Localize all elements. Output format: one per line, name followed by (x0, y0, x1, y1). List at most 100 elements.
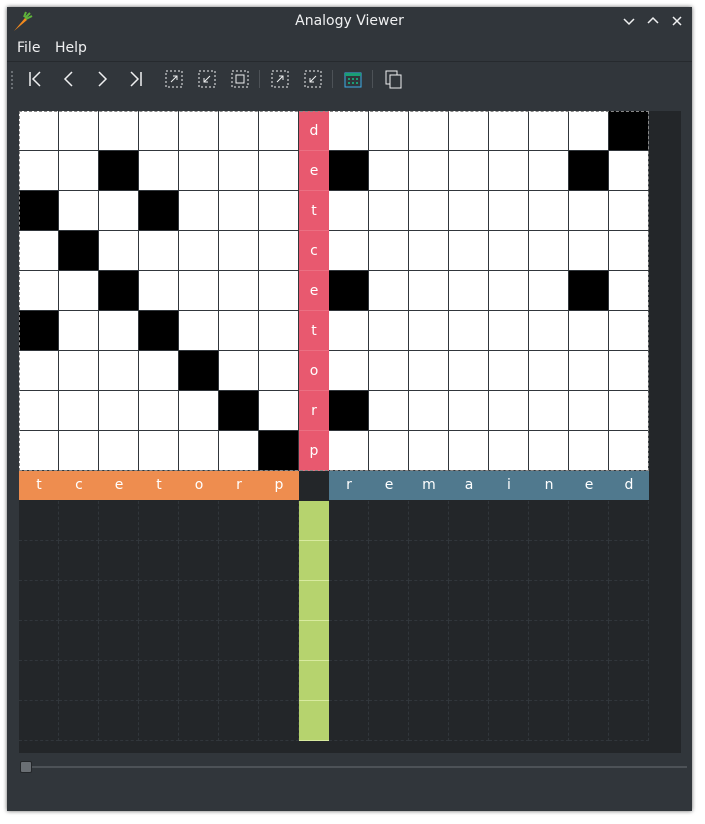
grid-cell[interactable] (609, 351, 649, 391)
grid-cell[interactable] (489, 271, 529, 311)
empty-cell[interactable] (139, 701, 179, 741)
grid-cell[interactable] (569, 231, 609, 271)
vertical-word-letter[interactable]: t (299, 311, 329, 351)
empty-cell[interactable] (409, 501, 449, 541)
grid-cell[interactable] (409, 151, 449, 191)
grid-cell[interactable] (569, 191, 609, 231)
empty-cell[interactable] (19, 701, 59, 741)
empty-cell[interactable] (569, 661, 609, 701)
grid-cell[interactable] (409, 231, 449, 271)
grid-cell[interactable] (19, 231, 59, 271)
grid-cell[interactable] (139, 431, 179, 471)
grid-cell[interactable] (259, 231, 299, 271)
grid-cell[interactable] (259, 311, 299, 351)
grid-cell[interactable] (59, 351, 99, 391)
empty-cell[interactable] (569, 541, 609, 581)
grid-cell[interactable] (369, 311, 409, 351)
left-word-letter[interactable]: t (19, 471, 59, 500)
empty-cell[interactable] (529, 701, 569, 741)
vertical-word-letter[interactable]: e (299, 271, 329, 311)
grid-cell[interactable] (369, 271, 409, 311)
grid-cell[interactable] (179, 391, 219, 431)
grid-cell[interactable] (529, 151, 569, 191)
grid-cell[interactable] (179, 191, 219, 231)
grid-cell[interactable] (489, 311, 529, 351)
empty-cell[interactable] (139, 541, 179, 581)
left-word-letter[interactable]: c (59, 471, 99, 500)
grid-cell[interactable] (529, 351, 569, 391)
empty-cell[interactable] (489, 701, 529, 741)
empty-cell[interactable] (259, 581, 299, 621)
empty-cell[interactable] (219, 621, 259, 661)
grid-cell[interactable] (569, 311, 609, 351)
empty-cell[interactable] (529, 581, 569, 621)
grid-cell[interactable] (449, 111, 489, 151)
empty-cell[interactable] (19, 661, 59, 701)
grid-cell[interactable] (259, 351, 299, 391)
right-word-letter[interactable]: a (449, 471, 489, 500)
grid-cell[interactable] (369, 231, 409, 271)
right-word-letter[interactable]: e (369, 471, 409, 500)
empty-cell[interactable] (369, 621, 409, 661)
empty-cell[interactable] (569, 581, 609, 621)
grid-cell[interactable] (179, 271, 219, 311)
empty-cell[interactable] (179, 501, 219, 541)
grid-cell[interactable] (219, 311, 259, 351)
grid-cell[interactable] (449, 431, 489, 471)
vertical-word-letter[interactable]: t (299, 191, 329, 231)
grid-cell[interactable] (99, 111, 139, 151)
empty-cell[interactable] (59, 501, 99, 541)
grid-cell[interactable] (529, 191, 569, 231)
grid-cell[interactable] (59, 311, 99, 351)
empty-cell[interactable] (139, 581, 179, 621)
grid-cell-black[interactable] (259, 431, 299, 471)
grid-cell[interactable] (529, 231, 569, 271)
zoom-shrink-icon[interactable] (196, 68, 218, 90)
grid-cell[interactable] (259, 271, 299, 311)
grid-cell[interactable] (609, 231, 649, 271)
grid-cell-black[interactable] (329, 391, 369, 431)
empty-cell[interactable] (329, 661, 369, 701)
empty-cell[interactable] (219, 501, 259, 541)
right-word-letter[interactable]: m (409, 471, 449, 500)
grid-cell[interactable] (369, 191, 409, 231)
previous-icon[interactable] (58, 68, 80, 90)
chevron-down-icon[interactable] (620, 12, 638, 30)
answer-cell[interactable] (299, 661, 329, 701)
grid-cell[interactable] (569, 391, 609, 431)
empty-cell[interactable] (409, 701, 449, 741)
empty-cell[interactable] (99, 661, 139, 701)
grid-cell[interactable] (609, 311, 649, 351)
grid-cell[interactable] (529, 431, 569, 471)
right-word-letter[interactable]: d (609, 471, 649, 500)
empty-cell[interactable] (569, 701, 609, 741)
grid-cell[interactable] (59, 111, 99, 151)
empty-cell[interactable] (19, 621, 59, 661)
empty-cell[interactable] (609, 501, 649, 541)
grid-cell[interactable] (329, 191, 369, 231)
grid-cell[interactable] (449, 351, 489, 391)
grid-cell[interactable] (19, 151, 59, 191)
empty-cell[interactable] (409, 661, 449, 701)
grid-cell[interactable] (529, 311, 569, 351)
grid-cell[interactable] (489, 231, 529, 271)
vertical-word-letter[interactable]: d (299, 111, 329, 151)
empty-cell[interactable] (139, 621, 179, 661)
grid-cell[interactable] (179, 231, 219, 271)
empty-cell[interactable] (489, 661, 529, 701)
grid-cell[interactable] (19, 351, 59, 391)
empty-cell[interactable] (609, 541, 649, 581)
grid-cell[interactable] (219, 271, 259, 311)
zoom-fit-icon[interactable] (163, 68, 185, 90)
calendar-icon[interactable] (342, 68, 364, 90)
grid-cell[interactable] (19, 111, 59, 151)
empty-cell[interactable] (179, 701, 219, 741)
answer-cell[interactable] (299, 541, 329, 581)
grid-cell[interactable] (409, 391, 449, 431)
grid-cell[interactable] (139, 231, 179, 271)
empty-cell[interactable] (609, 581, 649, 621)
zoom-in-selection-icon[interactable] (269, 68, 291, 90)
right-word-letter[interactable]: i (489, 471, 529, 500)
slider-handle[interactable] (20, 761, 32, 773)
empty-cell[interactable] (449, 621, 489, 661)
